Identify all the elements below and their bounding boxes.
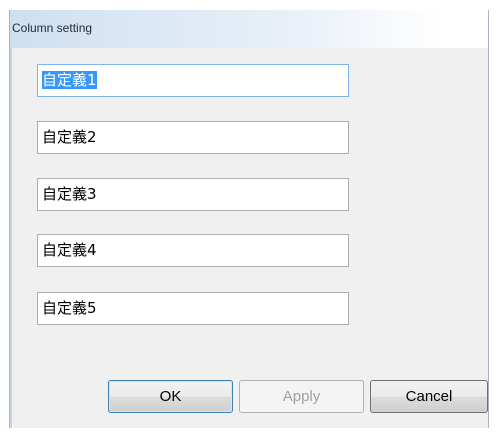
title-bar[interactable]: Column setting (10, 10, 488, 48)
dialog-body: 自定義1 自定義2 自定義3 自定義4 自定義5 OK Apply Cancel (10, 48, 488, 428)
window-title: Column setting (12, 21, 93, 35)
column-name-field-3[interactable]: 自定義3 (37, 178, 349, 211)
field-1-text: 自定義1 (42, 71, 97, 89)
column-name-field-5[interactable]: 自定義5 (37, 292, 349, 325)
ok-button[interactable]: OK (108, 380, 233, 413)
apply-button[interactable]: Apply (239, 380, 364, 413)
column-name-field-2[interactable]: 自定義2 (37, 121, 349, 154)
cancel-button[interactable]: Cancel (370, 380, 488, 413)
field-5-text: 自定義5 (42, 299, 97, 317)
field-3-text: 自定義3 (42, 185, 97, 203)
field-2-text: 自定義2 (42, 128, 97, 146)
column-setting-dialog: Column setting 自定義1 自定義2 自定義3 自定義4 自定義5 … (9, 10, 489, 428)
column-name-field-1[interactable]: 自定義1 (37, 64, 349, 97)
field-4-text: 自定義4 (42, 241, 97, 259)
column-name-field-4[interactable]: 自定義4 (37, 234, 349, 267)
